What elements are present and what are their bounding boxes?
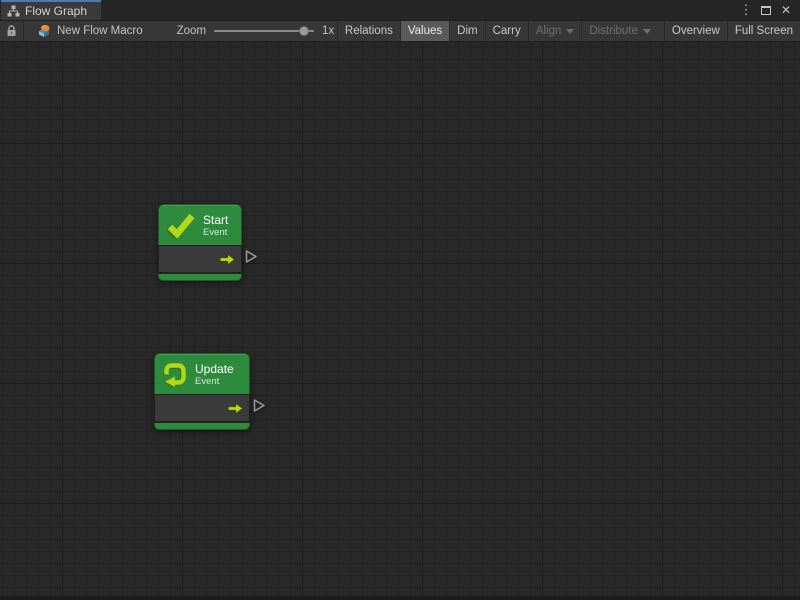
carry-button[interactable]: Carry: [485, 21, 528, 41]
toolbar-buttons: Relations Values Dim Carry Align Distrib…: [337, 21, 800, 41]
node-subtitle: Event: [195, 376, 234, 387]
chevron-down-icon: [643, 29, 651, 34]
dim-button[interactable]: Dim: [449, 21, 484, 41]
zoom-slider[interactable]: [214, 25, 314, 37]
values-button[interactable]: Values: [400, 21, 449, 41]
lock-button[interactable]: [0, 25, 23, 37]
node-port-row: [158, 245, 242, 273]
align-dropdown-button[interactable]: Align: [528, 21, 582, 41]
zoom-value: 1x: [322, 25, 334, 37]
title-bar: Flow Graph ⋮ ✕: [0, 0, 800, 21]
graph-hierarchy-icon: [7, 5, 20, 17]
loop-icon: [162, 361, 188, 387]
maximize-icon[interactable]: [759, 2, 773, 18]
node-footer: [158, 273, 242, 281]
zoom-slider-handle[interactable]: [299, 26, 309, 36]
relations-button[interactable]: Relations: [337, 21, 400, 41]
node-footer: [154, 422, 250, 430]
node-header[interactable]: Update Event: [154, 353, 250, 394]
output-port-icon[interactable]: [252, 399, 266, 418]
overview-button[interactable]: Overview: [664, 21, 727, 41]
macro-title-button[interactable]: New Flow Macro: [24, 24, 151, 38]
canvas-bottom-edge: [0, 596, 800, 600]
chevron-down-icon: [566, 29, 574, 34]
node-title: Update: [195, 362, 234, 376]
close-icon[interactable]: ✕: [779, 2, 793, 18]
tab-flow-graph[interactable]: Flow Graph: [1, 0, 101, 20]
node-header[interactable]: Start Event: [158, 204, 242, 245]
distribute-dropdown-button[interactable]: Distribute: [581, 21, 658, 41]
window-controls: ⋮ ✕: [739, 0, 800, 20]
node-subtitle: Event: [203, 227, 228, 238]
node-start-event[interactable]: Start Event: [158, 204, 242, 281]
flow-macro-icon: [36, 24, 52, 38]
output-port-icon[interactable]: [244, 250, 258, 269]
flow-arrow-icon[interactable]: [227, 402, 244, 415]
checkmark-icon: [166, 213, 196, 238]
padlock-icon: [6, 25, 17, 37]
fullscreen-button[interactable]: Full Screen: [727, 21, 800, 41]
macro-name: New Flow Macro: [57, 25, 143, 37]
node-title: Start: [203, 213, 228, 227]
node-update-event[interactable]: Update Event: [154, 353, 250, 430]
tab-title: Flow Graph: [25, 4, 87, 18]
node-port-row: [154, 394, 250, 422]
graph-canvas[interactable]: Start Event: [0, 42, 800, 600]
flow-arrow-icon[interactable]: [219, 253, 236, 266]
graph-toolbar: New Flow Macro Zoom 1x Relations Values …: [0, 21, 800, 42]
overflow-menu-icon[interactable]: ⋮: [739, 2, 753, 18]
zoom-label: Zoom: [177, 25, 206, 37]
